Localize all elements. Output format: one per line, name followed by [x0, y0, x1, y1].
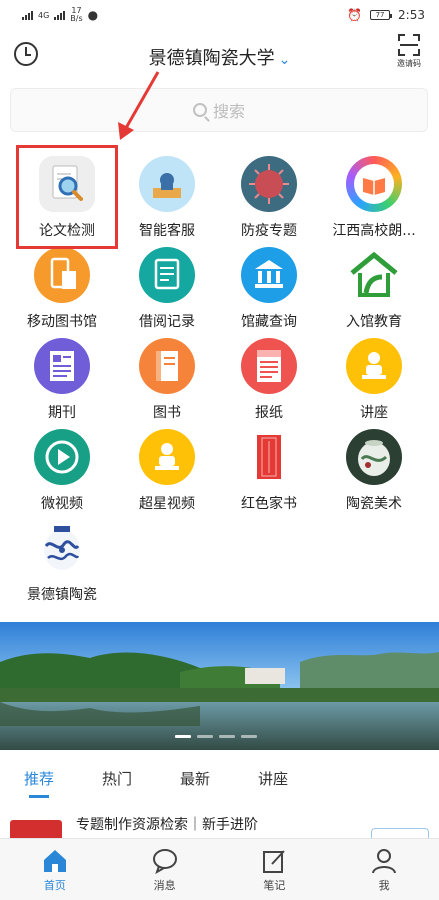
grid-item-borrow-record[interactable]: 借阅记录 [117, 239, 217, 330]
signal-icon-2 [54, 10, 66, 20]
grid-label: 馆藏查询 [241, 314, 297, 330]
grid-label: 期刊 [48, 405, 76, 421]
borrow-record-icon [139, 247, 195, 303]
grid-item-ceramic-art[interactable]: 陶瓷美术 [324, 421, 424, 512]
nav-label: 首页 [43, 879, 66, 892]
grid-item-mobile-library[interactable]: 移动图书馆 [12, 239, 112, 330]
ceramic-art-icon [346, 429, 402, 485]
play-icon [34, 429, 90, 485]
grid-label: 移动图书馆 [27, 314, 97, 330]
grid-item-jingdezhen-porcelain[interactable]: 景德镇陶瓷 [12, 512, 112, 603]
virus-icon [241, 156, 297, 212]
nav-label: 笔记 [263, 879, 286, 892]
grid-label: 防疫专题 [241, 223, 297, 239]
search-input[interactable]: 搜索 [10, 88, 428, 132]
grid-label: 讲座 [360, 405, 388, 421]
grid-label: 超星视频 [139, 496, 195, 512]
nav-label: 消息 [153, 879, 176, 892]
grid-label: 借阅记录 [139, 314, 195, 330]
speed-unit: B/s [70, 14, 83, 23]
tab-latest[interactable]: 最新 [156, 762, 234, 798]
grid-label: 江西高校朗... [332, 223, 416, 239]
nav-messages[interactable]: 消息 [110, 839, 220, 900]
grid-item-red-letters[interactable]: 红色家书 [219, 421, 319, 512]
journal-icon [34, 338, 90, 394]
house-hand-icon [346, 247, 402, 303]
collection-search-icon [241, 247, 297, 303]
search-placeholder: 搜索 [212, 102, 245, 121]
nav-label: 我 [378, 879, 390, 892]
grid-item-book[interactable]: 图书 [117, 330, 217, 421]
alarm-icon: ⏰ [347, 8, 363, 22]
home-icon [41, 847, 69, 875]
grid-label: 智能客服 [139, 223, 195, 239]
tab-lecture[interactable]: 讲座 [234, 762, 312, 798]
tab-hot[interactable]: 热门 [78, 762, 156, 798]
banner-image [0, 622, 439, 750]
signal-area: 4G 17 B/s ● [22, 7, 98, 23]
list-item[interactable]: 专题制作资源检索｜新手进阶 [0, 808, 439, 842]
newspaper-icon [241, 338, 297, 394]
news-title: 专题制作资源检索｜新手进阶 [76, 817, 258, 833]
battery-icon: 77 [370, 10, 393, 20]
chevron-down-icon: ⌄ [278, 52, 291, 68]
mobile-library-icon [34, 247, 90, 303]
content-tabs: 推荐 热门 最新 讲座 [0, 762, 439, 798]
grid-item-lecture[interactable]: 讲座 [324, 330, 424, 421]
app-header: 景德镇陶瓷大学 ⌄ 邀请码 [0, 30, 439, 80]
carousel-indicator[interactable] [175, 735, 257, 738]
grid-item-chaoxing-video[interactable]: 超星视频 [117, 421, 217, 512]
grid-label: 景德镇陶瓷 [27, 587, 97, 603]
invite-code-button[interactable]: 邀请码 [393, 34, 425, 69]
wechat-icon: ● [87, 8, 99, 22]
grid-item-smart-service[interactable]: 智能客服 [117, 148, 217, 239]
note-icon [260, 847, 288, 875]
grid-item-entry-education[interactable]: 入馆教育 [324, 239, 424, 330]
clock-time: 2:53 [398, 8, 425, 22]
grid-label: 微视频 [41, 496, 83, 512]
grid-item-journal[interactable]: 期刊 [12, 330, 112, 421]
school-selector[interactable]: 景德镇陶瓷大学 ⌄ [0, 44, 439, 70]
signal-icon [22, 10, 33, 20]
bottom-nav: 首页 消息 笔记 我 [0, 838, 439, 900]
book-icon [139, 338, 195, 394]
status-bar: 4G 17 B/s ● ⏰ 77 2:53 [0, 0, 439, 30]
profile-icon [370, 847, 398, 875]
red-letter-icon [241, 429, 297, 485]
page-title: 景德镇陶瓷大学 [148, 48, 275, 69]
grid-item-collection-search[interactable]: 馆藏查询 [219, 239, 319, 330]
tab-recommend[interactable]: 推荐 [0, 762, 78, 798]
grid-item-micro-video[interactable]: 微视频 [12, 421, 112, 512]
nav-notes[interactable]: 笔记 [220, 839, 330, 900]
network-label: 4G [38, 10, 50, 20]
search-icon [192, 103, 207, 117]
grid-label: 陶瓷美术 [346, 496, 402, 512]
video-lecture-icon [139, 429, 195, 485]
nav-home[interactable]: 首页 [0, 839, 110, 900]
service-icon [139, 156, 195, 212]
invite-code-label: 邀请码 [397, 59, 421, 68]
grid-item-newspaper[interactable]: 报纸 [219, 330, 319, 421]
banner-carousel[interactable] [0, 622, 439, 750]
nav-me[interactable]: 我 [329, 839, 439, 900]
news-thumbnail [10, 820, 62, 838]
grid-label: 红色家书 [241, 496, 297, 512]
message-icon [151, 847, 179, 875]
porcelain-vase-icon [34, 520, 90, 576]
grid-item-jiangxi-reading[interactable]: 江西高校朗... [324, 148, 424, 239]
grid-item-epidemic[interactable]: 防疫专题 [219, 148, 319, 239]
scan-icon [398, 34, 420, 56]
lecture-icon [346, 338, 402, 394]
grid-label: 图书 [153, 405, 181, 421]
grid-label: 入馆教育 [346, 314, 402, 330]
grid-label: 报纸 [255, 405, 283, 421]
book-ring-icon [346, 156, 402, 212]
highlight-box [16, 145, 118, 249]
